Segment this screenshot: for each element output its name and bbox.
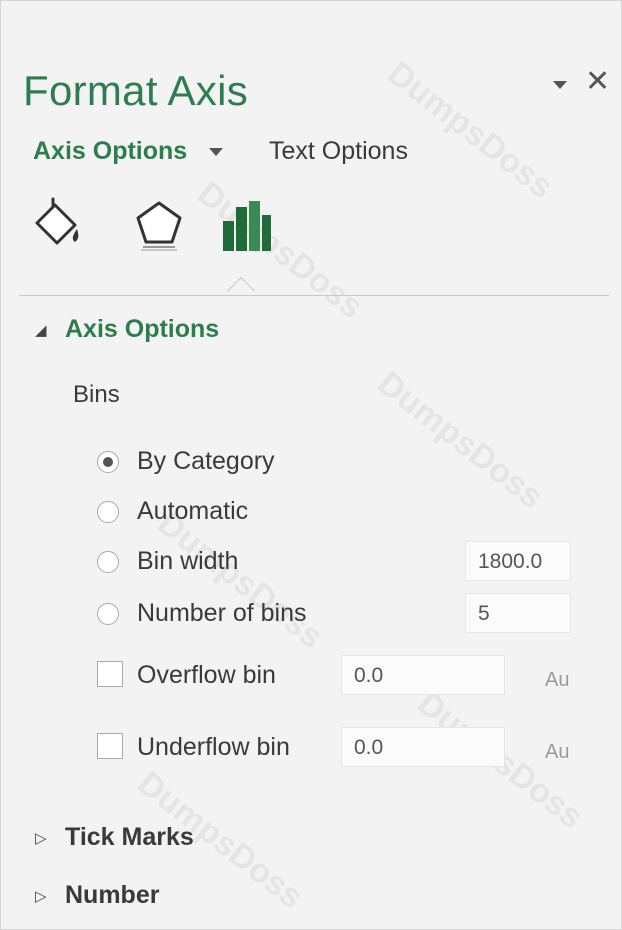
radio-button[interactable] bbox=[97, 501, 119, 523]
radio-button[interactable] bbox=[97, 451, 119, 473]
section-title: Axis Options bbox=[65, 315, 220, 343]
collapsed-triangle-icon: ▷ bbox=[35, 830, 47, 848]
number-of-bins-input[interactable]: 5 bbox=[465, 593, 571, 633]
watermark: DumpsDoss bbox=[380, 54, 561, 207]
bins-label: Bins bbox=[73, 381, 120, 408]
tab-text-options[interactable]: Text Options bbox=[269, 137, 408, 166]
section-title: Number bbox=[65, 881, 160, 909]
pane-options-dropdown-icon[interactable] bbox=[553, 81, 567, 89]
radio-label: Bin width bbox=[137, 547, 239, 575]
fill-line-icon[interactable] bbox=[31, 197, 91, 257]
underflow-bin-input[interactable]: 0.0 bbox=[341, 727, 505, 767]
tab-axis-options[interactable]: Axis Options bbox=[33, 137, 187, 166]
divider bbox=[19, 295, 609, 296]
effects-pentagon-icon[interactable] bbox=[129, 197, 189, 257]
radio-button[interactable] bbox=[97, 551, 119, 573]
section-axis-options[interactable]: ◢ Axis Options bbox=[35, 315, 219, 344]
close-button[interactable]: ✕ bbox=[585, 67, 610, 97]
checkbox-label: Overflow bin bbox=[137, 661, 276, 689]
chevron-down-icon[interactable] bbox=[209, 148, 223, 156]
section-tick-marks[interactable]: ▷ Tick Marks bbox=[35, 823, 194, 852]
overflow-bin-input[interactable]: 0.0 bbox=[341, 655, 505, 695]
bin-width-input[interactable]: 1800.0 bbox=[465, 541, 571, 581]
radio-label: Number of bins bbox=[137, 599, 307, 627]
checkbox[interactable] bbox=[97, 661, 123, 687]
overflow-auto-button[interactable]: Au bbox=[545, 669, 571, 692]
radio-button[interactable] bbox=[97, 603, 119, 625]
section-title: Tick Marks bbox=[65, 823, 194, 851]
checkbox-label: Underflow bin bbox=[137, 733, 290, 761]
axis-options-bars-icon[interactable] bbox=[217, 197, 277, 257]
pane-title: Format Axis bbox=[23, 67, 249, 114]
format-category-icons bbox=[31, 197, 291, 257]
expanded-triangle-icon: ◢ bbox=[35, 322, 47, 340]
radio-label: Automatic bbox=[137, 497, 249, 525]
checkbox[interactable] bbox=[97, 733, 123, 759]
section-number[interactable]: ▷ Number bbox=[35, 881, 159, 910]
watermark: DumpsDoss bbox=[150, 504, 331, 657]
radio-label: By Category bbox=[137, 447, 275, 475]
collapsed-triangle-icon: ▷ bbox=[35, 888, 47, 906]
watermark: DumpsDoss bbox=[370, 364, 551, 517]
underflow-auto-button[interactable]: Au bbox=[545, 741, 571, 764]
selected-tab-pointer bbox=[226, 276, 256, 306]
format-axis-pane: DumpsDoss DumpsDoss DumpsDoss DumpsDoss … bbox=[0, 0, 622, 930]
